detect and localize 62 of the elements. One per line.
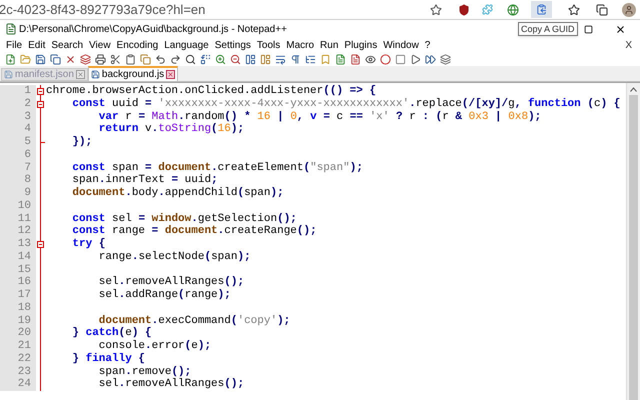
menu-item[interactable]: Tools [256, 38, 280, 52]
code-line: return v.toString(16); [98, 123, 244, 136]
code-line: var r = Math.random() * 16 | 0, v = c == 'x' ? r : (r & 0x3 | 0x8); [98, 110, 542, 123]
line-number: 13 [0, 238, 36, 251]
code-line: range.selectNode(span); [98, 250, 251, 264]
line-number: 8 [0, 174, 36, 187]
code-line: document.execCommand('copy'); [98, 314, 290, 327]
code-line: span.innerText = uuid; [71, 174, 218, 187]
line-number: 9 [0, 187, 36, 200]
line-number: 2 [0, 98, 36, 110]
code-line: const sel = window.getSelection(); [71, 212, 297, 225]
menu-close-button[interactable]: X [625, 38, 632, 52]
menu-item[interactable]: Search [51, 38, 84, 52]
code-line: sel.removeAllRanges(); [98, 276, 244, 289]
code-line: const range = document.createRange(); [71, 225, 317, 238]
line-number: 10 [0, 200, 36, 212]
menu-item[interactable]: Window [383, 38, 419, 52]
line-number: 12 [0, 225, 36, 238]
line-number: 6 [0, 148, 36, 162]
code-line: document.body.appendChild(span); [71, 187, 284, 200]
line-number: 14 [0, 250, 36, 264]
menu-item[interactable]: Language [164, 38, 209, 52]
line-number: 22 [0, 352, 36, 366]
line-number: 5 [0, 136, 36, 149]
line-number: 11 [0, 212, 36, 226]
menu-item[interactable]: Run [320, 38, 338, 52]
line-number: 7 [0, 162, 36, 174]
code-line: chrome.browserAction.onClicked.addListener(() => { [45, 85, 376, 98]
menu-item[interactable]: Encoding [116, 38, 158, 52]
code-line: } catch(e) { [71, 327, 152, 340]
line-number: 19 [0, 314, 36, 328]
menu-item[interactable]: Settings [214, 38, 251, 52]
window-title: D:\Personal\Chrome\CopyAGuid\background.js - Notepad++ [19, 22, 287, 36]
code-line: console.error(e); [98, 340, 212, 352]
menu-item[interactable]: Plugins [344, 38, 378, 52]
menu-item[interactable]: Macro [286, 38, 314, 52]
line-number: 24 [0, 378, 36, 391]
line-number: 3 [0, 110, 36, 124]
menu-item[interactable]: View [89, 38, 111, 52]
file-tab[interactable]: background.js [88, 66, 178, 81]
code-line: sel.addRange(range); [98, 289, 231, 302]
code-line: span.remove(); [98, 366, 192, 378]
line-number: 21 [0, 340, 36, 353]
code-line: sel.removeAllRanges(); [98, 378, 244, 391]
line-number: 17 [0, 289, 36, 302]
menu-item[interactable]: ? [424, 38, 430, 52]
code-line: try { [71, 238, 106, 251]
address-text[interactable]: 2c-4023-8f43-8927793a79ce?hl=en [0, 0, 430, 20]
line-number: 18 [0, 302, 36, 314]
tooltip: Copy A GUID [518, 22, 578, 36]
menu-item[interactable]: Edit [28, 38, 46, 52]
line-number: 15 [0, 264, 36, 276]
line-number: 20 [0, 327, 36, 340]
code-line: } finally { [71, 352, 146, 366]
line-number: 4 [0, 123, 36, 136]
code-line: const span = document.createElement("span"); [71, 162, 363, 174]
line-number: 1 [0, 85, 36, 98]
line-number: 16 [0, 276, 36, 289]
menu-item[interactable]: File [6, 38, 22, 52]
code-line: }); [71, 136, 92, 149]
code-line: const uuid = 'xxxxxxxx-xxxx-4xxx-yxxx-xxxxxxxxxxxx'.replace(/[xy]/g, function (c) { [71, 98, 620, 110]
line-number: 23 [0, 366, 36, 378]
